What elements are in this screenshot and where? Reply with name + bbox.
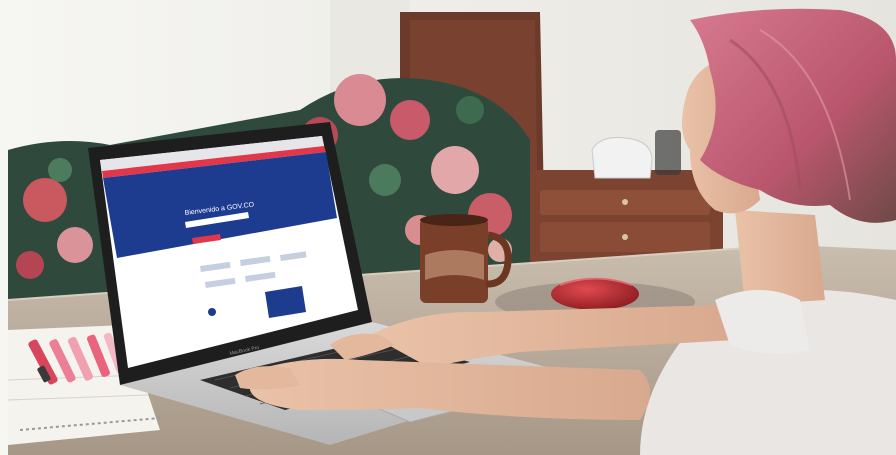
computer-mouse — [551, 277, 639, 310]
desk-phone — [591, 137, 653, 179]
photo-scene: Bienvenido a GOV.CO MacBook Pro — [0, 0, 896, 455]
